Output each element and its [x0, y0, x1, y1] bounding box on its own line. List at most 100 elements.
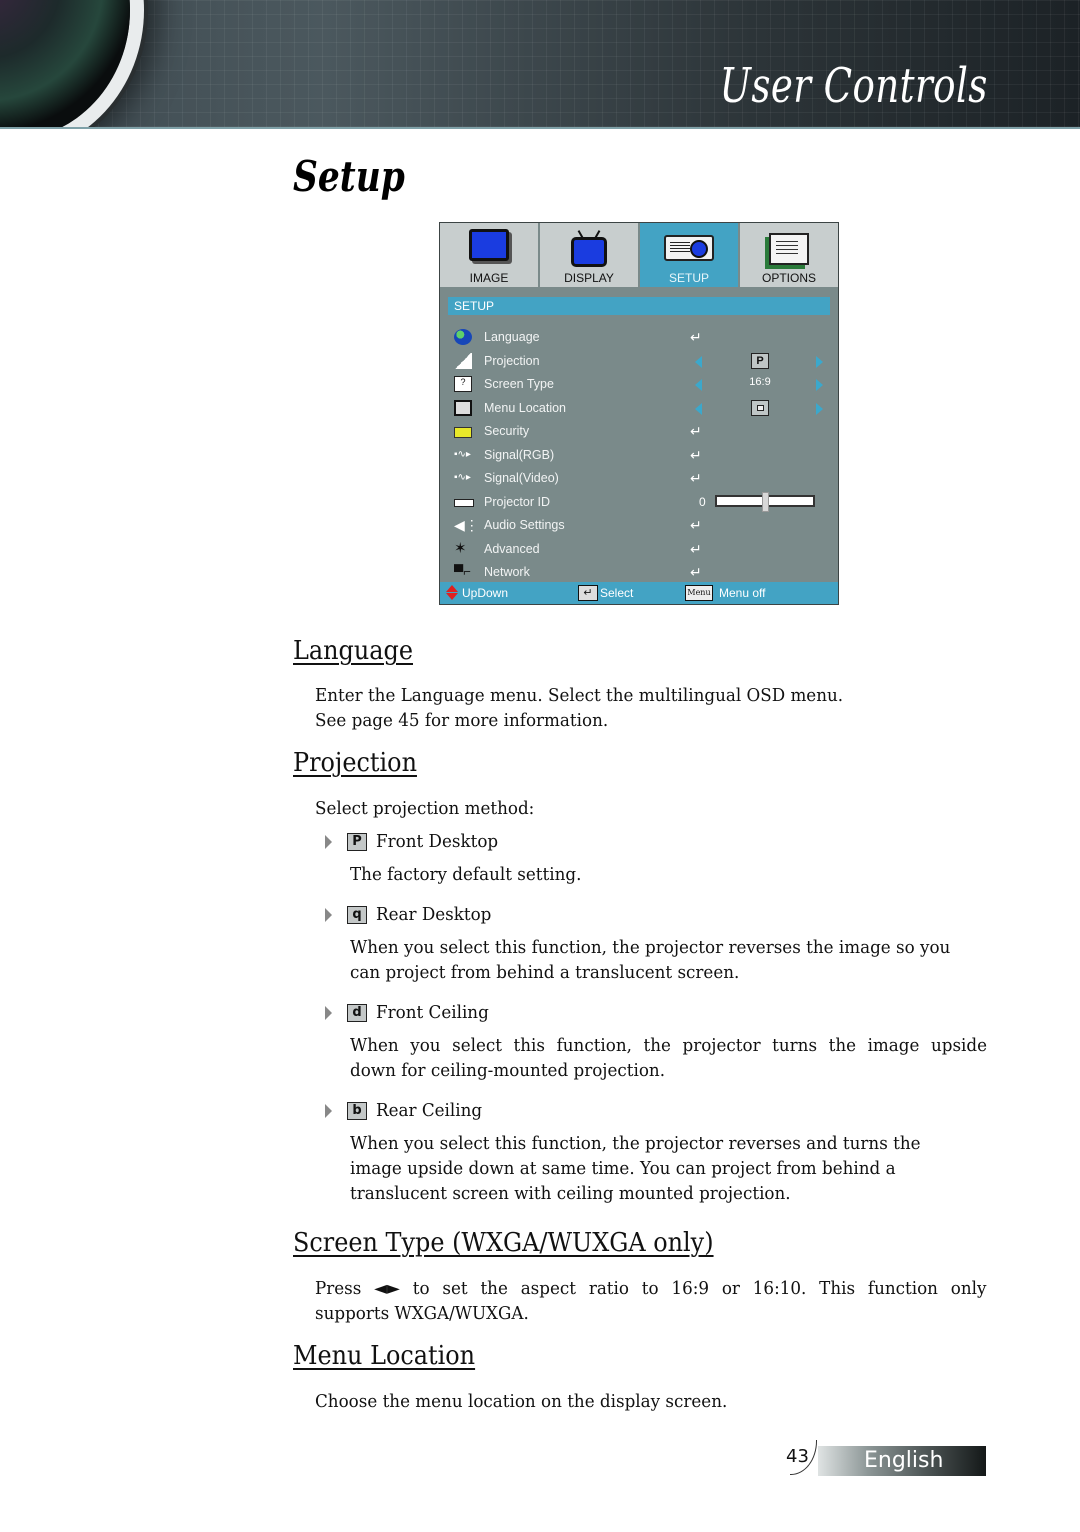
tab-image[interactable]: IMAGE	[440, 223, 540, 287]
menu-item-projector-id[interactable]: Projector ID 0	[440, 491, 838, 515]
network-icon: ▀⌐	[454, 564, 471, 579]
arrow-left-icon[interactable]	[695, 402, 702, 415]
projection-value: P	[740, 352, 780, 369]
tab-setup[interactable]: SETUP	[640, 223, 740, 287]
option-label: Front Desktop	[376, 831, 499, 852]
section-title: User Controls	[719, 58, 988, 114]
projector-id-slider[interactable]	[715, 491, 815, 512]
menu-item-label: Audio Settings	[484, 518, 565, 532]
option-description: When you select this function, the proje…	[350, 1133, 921, 1154]
bullet-arrow-icon	[325, 908, 332, 922]
menu-item-menu-location[interactable]: Menu Location	[440, 397, 838, 421]
osd-menu-list: Language ↵ Projection P ? Screen Type 16…	[440, 326, 838, 585]
osd-menu: IMAGE DISPLAY SETUP OPTIONS SETUP Langua…	[439, 222, 839, 605]
menu-item-label: Language	[484, 330, 540, 344]
osd-section-header: SETUP	[448, 297, 830, 315]
menu-item-label: Security	[484, 424, 530, 438]
menu-item-signal-video[interactable]: ▪∿▸ Signal(Video) ↵	[440, 467, 838, 491]
speaker-icon: ◀⋮	[454, 517, 479, 533]
option-description: can project from behind a translucent sc…	[350, 962, 740, 983]
document-icon	[454, 399, 472, 416]
menu-item-language[interactable]: Language ↵	[440, 326, 838, 350]
option-description: down for ceiling-mounted projection.	[350, 1060, 666, 1081]
menu-item-label: Network	[484, 565, 530, 579]
osd-footer-bar: UpDown ↵ Select Menu Menu off	[440, 582, 838, 604]
menu-item-label: Projection	[484, 353, 540, 368]
tab-label: IMAGE	[469, 271, 509, 285]
menu-location-value	[740, 399, 780, 416]
menu-item-projection[interactable]: Projection P	[440, 350, 838, 374]
bullet-arrow-icon	[325, 1006, 332, 1020]
screen-icon: ?	[454, 376, 472, 392]
language-tab: English	[818, 1446, 986, 1476]
screen-type-description-line2: supports WXGA/WUXGA.	[315, 1303, 529, 1324]
signal-icon: ▪∿▸	[454, 448, 471, 460]
menu-center-icon	[751, 399, 769, 416]
menu-item-advanced[interactable]: ✶ Advanced ↵	[440, 538, 838, 562]
monitor-icon	[469, 229, 509, 261]
projection-icon	[454, 352, 472, 369]
star-icon: ✶	[454, 539, 467, 557]
arrow-left-icon[interactable]	[695, 355, 702, 368]
tv-icon	[571, 237, 607, 267]
tab-label: SETUP	[668, 271, 709, 285]
select-hint: Select	[600, 586, 634, 600]
page-title: Setup	[293, 152, 405, 201]
option-description: translucent screen with ceiling mounted …	[350, 1183, 791, 1204]
language-description-line2: See page 45 for more information.	[315, 710, 609, 731]
option-description: image upside down at same time. You can …	[350, 1158, 896, 1179]
menu-key-icon: Menu	[685, 585, 713, 601]
menu-item-audio-settings[interactable]: ◀⋮ Audio Settings ↵	[440, 514, 838, 538]
globe-icon	[454, 329, 472, 345]
arrow-right-icon[interactable]	[816, 355, 823, 368]
tab-options[interactable]: OPTIONS	[740, 223, 838, 287]
projector-id-value: 0	[699, 494, 706, 509]
projection-front-desktop-icon: P	[751, 352, 769, 369]
projection-intro: Select projection method:	[315, 798, 535, 819]
screen-type-description-line1: Press ◄► to set the aspect ratio to 16:9…	[315, 1278, 987, 1299]
enter-icon: ↵	[690, 423, 702, 439]
rear-ceiling-icon: b	[347, 1102, 367, 1120]
menu-item-label: Projector ID	[484, 494, 550, 509]
bullet-arrow-icon	[325, 835, 332, 849]
enter-key-icon: ↵	[578, 585, 598, 601]
heading-screen-type: Screen Type (WXGA/WUXGA only)	[293, 1228, 714, 1258]
bullet-arrow-icon	[325, 1104, 332, 1118]
projector-icon	[664, 235, 714, 261]
slider-handle[interactable]	[762, 491, 769, 512]
language-description-line1: Enter the Language menu. Select the mult…	[315, 685, 844, 706]
menu-item-label: Screen Type	[484, 377, 554, 391]
arrow-right-icon[interactable]	[816, 379, 823, 391]
menu-item-security[interactable]: Security ↵	[440, 420, 838, 444]
arrow-left-icon[interactable]	[695, 379, 702, 391]
enter-icon: ↵	[690, 517, 702, 533]
projector-id-icon	[454, 498, 474, 507]
notepad-icon	[769, 233, 809, 265]
menu-item-signal-rgb[interactable]: ▪∿▸ Signal(RGB) ↵	[440, 444, 838, 468]
tab-label: OPTIONS	[761, 271, 816, 285]
front-ceiling-icon: d	[347, 1004, 367, 1022]
header-banner: User Controls	[0, 0, 1080, 129]
option-description: The factory default setting.	[350, 864, 582, 885]
option-description: When you select this function, the proje…	[350, 937, 951, 958]
enter-icon: ↵	[690, 329, 702, 345]
option-description: When you select this function, the proje…	[350, 1035, 988, 1056]
arrow-right-icon[interactable]	[816, 402, 823, 415]
menu-item-network[interactable]: ▀⌐ Network ↵	[440, 561, 838, 585]
option-label: Rear Desktop	[376, 904, 492, 925]
enter-icon: ↵	[690, 540, 702, 557]
osd-tab-bar: IMAGE DISPLAY SETUP OPTIONS	[440, 223, 838, 287]
menu-item-label: Advanced	[484, 541, 540, 556]
language-label: English	[864, 1448, 944, 1473]
menu-item-screen-type[interactable]: ? Screen Type 16:9	[440, 373, 838, 397]
enter-icon: ↵	[690, 446, 702, 463]
option-label: Rear Ceiling	[376, 1100, 483, 1121]
enter-icon: ↵	[690, 470, 702, 486]
menu-item-label: Signal(RGB)	[484, 447, 555, 462]
tab-label: DISPLAY	[564, 271, 614, 285]
heading-menu-location: Menu Location	[293, 1341, 476, 1371]
tab-display[interactable]: DISPLAY	[540, 223, 640, 287]
enter-icon: ↵	[690, 564, 702, 580]
up-down-arrows-icon	[446, 585, 458, 601]
option-label: Front Ceiling	[376, 1002, 489, 1023]
